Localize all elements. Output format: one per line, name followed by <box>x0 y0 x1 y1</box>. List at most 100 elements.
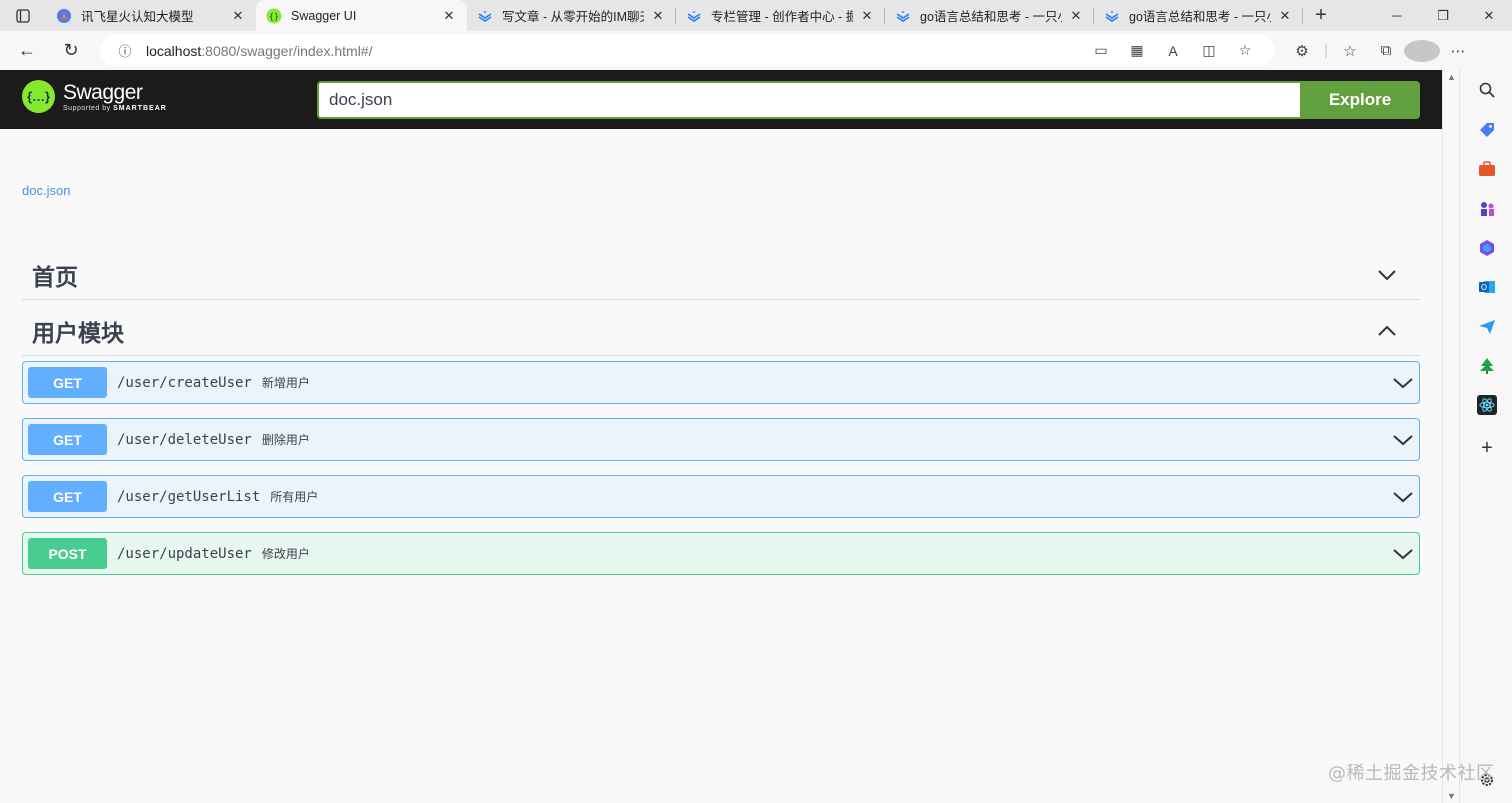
explore-button[interactable]: Explore <box>1300 81 1420 119</box>
tag-section-user-module[interactable]: 用户模块 <box>22 306 1420 356</box>
logo-text: Swagger <box>63 80 143 104</box>
back-button[interactable]: ← <box>7 35 47 67</box>
chevron-down-icon[interactable] <box>1393 548 1413 560</box>
reload-button[interactable]: ↻ <box>51 35 91 67</box>
page-scrollbar[interactable]: ▲ ▼ <box>1442 70 1459 803</box>
minimize-icon: ─ <box>1392 8 1402 23</box>
plus-icon: + <box>1315 4 1327 26</box>
swagger-logo-icon: {…} <box>22 80 55 113</box>
add-favorite-icon[interactable]: ☆ <box>1227 42 1263 59</box>
operation-post-update-user[interactable]: POST /user/updateUser 修改用户 <box>22 532 1420 575</box>
method-badge: GET <box>28 367 107 398</box>
microsoft365-icon[interactable] <box>1477 238 1497 258</box>
logo-subtext: Supported by SMARTBEAR <box>63 105 167 112</box>
read-aloud-icon[interactable]: A <box>1155 43 1191 59</box>
logo-sub-prefix: Supported by <box>63 104 111 112</box>
juejin-favicon-icon <box>477 8 493 24</box>
browser-tab-active[interactable]: {} Swagger UI ✕ <box>256 0 467 31</box>
tab-title: 讯飞星火认知大模型 <box>81 10 194 24</box>
send-drop-icon[interactable] <box>1477 317 1497 337</box>
app-available-icon[interactable]: ▭ <box>1083 42 1119 59</box>
collections-icon[interactable]: ⧉ <box>1368 42 1404 59</box>
spec-url-input[interactable]: doc.json <box>317 81 1300 119</box>
browser-toolbar: ← ↻ ⓘ localhost:8080/swagger/index.html#… <box>0 31 1512 70</box>
chevron-down-icon[interactable] <box>1393 377 1413 389</box>
tab-title: go语言总结和思考 - 一只小 <box>920 10 1062 24</box>
url-text: localhost:8080/swagger/index.html#/ <box>146 43 372 59</box>
close-icon[interactable]: ✕ <box>650 8 666 24</box>
operation-get-user-list[interactable]: GET /user/getUserList 所有用户 <box>22 475 1420 518</box>
tab-title: go语言总结和思考 - 一只小 <box>1129 10 1271 24</box>
tree-icon[interactable] <box>1477 356 1497 376</box>
arrow-left-icon: ← <box>18 40 36 60</box>
operation-path: /user/deleteUser <box>117 431 252 448</box>
operation-summary: 修改用户 <box>261 547 310 561</box>
tag-section-home[interactable]: 首页 <box>22 250 1420 300</box>
browser-tab[interactable]: 专栏管理 - 创作者中心 - 掘 ✕ <box>676 0 885 31</box>
close-icon[interactable]: ✕ <box>1277 8 1293 24</box>
close-window-button[interactable]: ✕ <box>1466 0 1512 31</box>
close-icon[interactable]: ✕ <box>441 8 457 24</box>
operation-path: /user/getUserList <box>117 488 261 505</box>
tab-actions-icon <box>16 8 30 23</box>
site-info-icon[interactable]: ⓘ <box>108 41 142 60</box>
shopping-tag-icon[interactable] <box>1477 120 1497 140</box>
page-viewport: {…} Swagger Supported by SMARTBEAR doc.j… <box>0 70 1442 803</box>
toolbar-divider: | <box>1324 42 1328 59</box>
spec-url-form: doc.json Explore <box>317 81 1420 119</box>
method-badge: GET <box>28 424 107 455</box>
swagger-wordmark: Swagger Supported by SMARTBEAR <box>63 82 167 112</box>
browser-tab[interactable]: go语言总结和思考 - 一只小 ✕ <box>1094 0 1303 31</box>
watermark-text: @稀土掘金技术社区 <box>1328 763 1495 784</box>
more-menu-icon[interactable]: ⋯ <box>1440 42 1476 60</box>
avatar <box>1404 39 1440 62</box>
split-screen-icon[interactable]: ◫ <box>1191 42 1227 59</box>
minimize-button[interactable]: ─ <box>1374 0 1420 31</box>
address-bar[interactable]: ⓘ localhost:8080/swagger/index.html#/ ▭ … <box>100 35 1275 66</box>
tab-actions-button[interactable] <box>0 0 46 31</box>
close-icon: ✕ <box>1483 7 1495 23</box>
tab-title: 专栏管理 - 创作者中心 - 掘 <box>711 10 853 24</box>
new-tab-button[interactable]: + <box>1303 0 1339 31</box>
edge-sidebar: O + <box>1459 70 1512 803</box>
add-sidebar-app-icon[interactable]: + <box>1477 437 1497 459</box>
chevron-up-icon[interactable] <box>1378 325 1396 337</box>
qr-code-icon[interactable]: ▦ <box>1119 42 1155 59</box>
games-chess-icon[interactable] <box>1477 199 1497 219</box>
favorites-icon[interactable]: ☆ <box>1332 42 1368 60</box>
operation-path: /user/updateUser <box>117 545 252 562</box>
svg-text:{}: {} <box>269 12 279 21</box>
close-icon[interactable]: ✕ <box>1068 8 1084 24</box>
outlook-icon[interactable]: O <box>1477 277 1497 297</box>
reload-icon: ↻ <box>63 40 79 60</box>
method-badge: POST <box>28 538 107 569</box>
tag-title: 首页 <box>32 264 78 291</box>
restore-button[interactable]: ❐ <box>1420 0 1466 31</box>
chevron-down-icon[interactable] <box>1378 269 1396 281</box>
url-host: localhost <box>146 42 202 59</box>
browser-tab[interactable]: 写文章 - 从零开始的IM聊天 ✕ <box>467 0 676 31</box>
swagger-logo[interactable]: {…} Swagger Supported by SMARTBEAR <box>22 80 167 113</box>
juejin-favicon-icon <box>686 8 702 24</box>
react-devtools-icon[interactable] <box>1477 395 1497 415</box>
extensions-icon[interactable]: ⚙ <box>1284 42 1320 60</box>
juejin-favicon-icon <box>895 8 911 24</box>
close-icon[interactable]: ✕ <box>859 8 875 24</box>
profile-button[interactable] <box>1404 39 1440 62</box>
operation-get-create-user[interactable]: GET /user/createUser 新增用户 <box>22 361 1420 404</box>
operation-summary: 所有用户 <box>270 490 319 504</box>
tools-briefcase-icon[interactable] <box>1477 159 1497 179</box>
operation-get-delete-user[interactable]: GET /user/deleteUser 删除用户 <box>22 418 1420 461</box>
chevron-down-icon[interactable] <box>1393 434 1413 446</box>
spec-link[interactable]: doc.json <box>22 183 70 198</box>
search-icon[interactable] <box>1477 80 1497 100</box>
chevron-down-icon[interactable] <box>1393 491 1413 503</box>
browser-tab[interactable]: 讯飞星火认知大模型 ✕ <box>46 0 256 31</box>
browser-tab[interactable]: go语言总结和思考 - 一只小 ✕ <box>885 0 1094 31</box>
operation-path: /user/createUser <box>117 374 252 391</box>
restore-icon: ❐ <box>1437 7 1449 23</box>
scroll-down-arrow-icon[interactable]: ▼ <box>1447 791 1456 801</box>
logo-sub-brand: SMARTBEAR <box>113 104 167 112</box>
scroll-up-arrow-icon[interactable]: ▲ <box>1447 72 1456 82</box>
close-icon[interactable]: ✕ <box>230 8 246 24</box>
